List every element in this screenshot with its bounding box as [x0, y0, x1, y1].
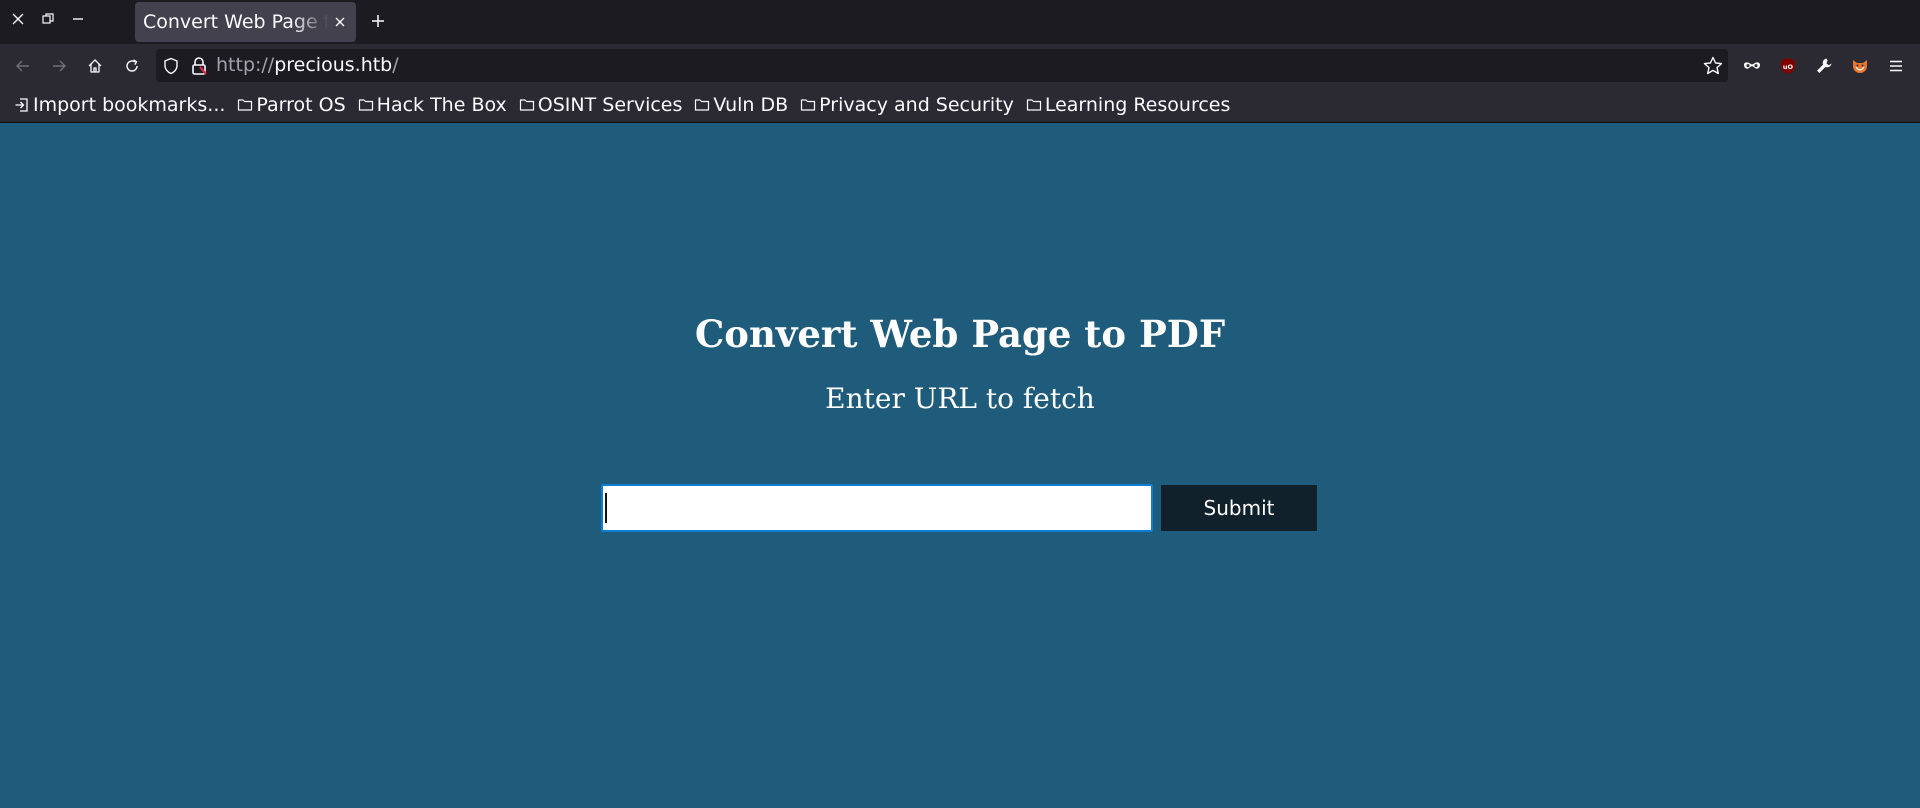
navigation-toolbar: http://precious.htb/ uO	[0, 44, 1920, 87]
bookmark-label: Vuln DB	[713, 93, 789, 116]
wrench-extension-button[interactable]	[1812, 54, 1836, 78]
bookmark-label: Learning Resources	[1044, 93, 1231, 116]
page-subtitle: Enter URL to fetch	[825, 382, 1095, 415]
bookmark-folder-osint-services[interactable]: OSINT Services	[515, 90, 687, 120]
back-button[interactable]	[10, 53, 36, 79]
plus-icon	[372, 15, 384, 27]
folder-icon	[238, 98, 253, 111]
bookmark-folder-parrot-os[interactable]: Parrot OS	[233, 90, 349, 120]
foxyproxy-extension-button[interactable]	[1848, 54, 1872, 78]
minimize-icon	[73, 18, 83, 20]
foxyproxy-icon	[1853, 60, 1867, 73]
bookmark-label: OSINT Services	[537, 93, 683, 116]
tab-active[interactable]: Convert Web Page to PDF	[135, 2, 356, 42]
bookmark-label: Parrot OS	[256, 93, 346, 116]
page-title: Convert Web Page to PDF	[694, 312, 1226, 356]
url-text: http://precious.htb/	[216, 54, 399, 76]
submit-button[interactable]: Submit	[1161, 485, 1317, 531]
bookmark-folder-privacy-and-security[interactable]: Privacy and Security	[796, 90, 1018, 120]
bookmark-import[interactable]: Import bookmarks...	[10, 90, 229, 120]
wrench-icon	[1817, 58, 1832, 73]
folder-icon	[358, 98, 373, 111]
home-icon	[88, 59, 102, 73]
reload-icon	[126, 59, 138, 72]
home-button[interactable]	[82, 53, 108, 79]
incognito-extension-button[interactable]	[1740, 54, 1764, 78]
app-menu-button[interactable]	[1884, 54, 1908, 78]
restore-icon	[42, 13, 54, 24]
bookmark-label: Privacy and Security	[819, 93, 1014, 116]
forward-button[interactable]	[46, 53, 72, 79]
close-icon	[335, 17, 345, 27]
window-restore-button[interactable]	[37, 7, 59, 31]
svg-text:uO: uO	[1783, 63, 1794, 71]
window-close-button[interactable]	[7, 7, 29, 31]
hamburger-menu-icon	[1890, 60, 1902, 72]
ublock-origin-button[interactable]: uO	[1776, 54, 1800, 78]
new-tab-button[interactable]	[366, 9, 390, 33]
tab-strip: Convert Web Page to PDF	[0, 0, 1920, 44]
tab-close-button[interactable]	[332, 14, 348, 30]
folder-icon	[1026, 98, 1041, 111]
text-caret	[605, 493, 607, 523]
incognito-mask-icon	[1744, 62, 1760, 69]
url-host: precious.htb	[274, 54, 393, 76]
import-icon	[15, 97, 28, 112]
reload-button[interactable]	[119, 53, 145, 79]
tab-title: Convert Web Page to PDF	[143, 11, 329, 33]
folder-icon	[519, 98, 534, 111]
bookmark-folder-learning-resources[interactable]: Learning Resources	[1022, 90, 1235, 120]
bookmark-label: Hack The Box	[376, 93, 507, 116]
address-bar[interactable]: http://precious.htb/	[156, 49, 1728, 82]
close-icon	[12, 13, 24, 25]
bookmarks-toolbar: Import bookmarks... Parrot OS Hack The B…	[0, 87, 1920, 123]
url-input[interactable]	[601, 484, 1153, 532]
url-path: /	[392, 54, 399, 76]
bookmark-label: Import bookmarks...	[33, 93, 226, 116]
arrow-right-icon	[53, 60, 66, 72]
ublock-origin-icon: uO	[1781, 58, 1795, 74]
folder-icon	[695, 98, 710, 111]
url-scheme: http://	[216, 54, 275, 76]
window-minimize-button[interactable]	[67, 7, 89, 31]
bookmark-folder-hack-the-box[interactable]: Hack The Box	[354, 90, 511, 120]
bookmark-folder-vuln-db[interactable]: Vuln DB	[690, 90, 792, 120]
folder-icon	[801, 98, 816, 111]
page-content: Convert Web Page to PDF Enter URL to fet…	[0, 124, 1920, 808]
bookmark-star-icon[interactable]	[1702, 55, 1724, 77]
tracking-protection-shield-icon[interactable]	[162, 57, 180, 75]
arrow-left-icon	[16, 60, 29, 72]
insecure-lock-icon[interactable]	[190, 56, 208, 76]
